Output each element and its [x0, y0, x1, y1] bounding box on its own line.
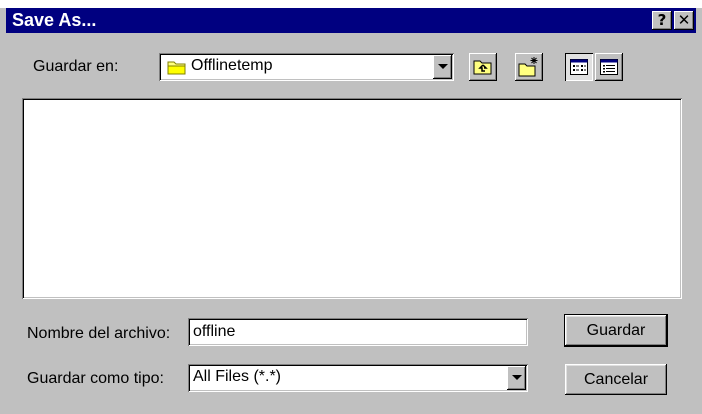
details-view-icon — [600, 59, 618, 75]
details-view-button[interactable] — [595, 53, 623, 81]
close-button[interactable]: ✕ — [674, 11, 694, 30]
filetype-label: Guardar como tipo: — [27, 370, 164, 388]
filename-label: Nombre del archivo: — [27, 325, 170, 343]
filetype-value: All Files (*.*) — [193, 368, 282, 385]
list-view-icon — [570, 59, 588, 75]
cancel-button-label: Cancelar — [583, 371, 649, 388]
chevron-down-icon[interactable] — [433, 55, 452, 79]
filetype-label-text: Guardar como tipo: — [27, 370, 164, 387]
filename-value: offline — [193, 323, 236, 340]
save-button-label: Guardar — [586, 322, 646, 339]
close-icon: ✕ — [677, 11, 691, 29]
title-bar[interactable]: Save As... ? ✕ — [6, 8, 696, 33]
cancel-button[interactable]: Cancelar — [565, 364, 667, 395]
help-button[interactable]: ? — [652, 11, 672, 30]
chevron-down-icon[interactable] — [507, 366, 526, 390]
filename-label-text: Nombre del archivo: — [27, 325, 171, 342]
up-one-level-icon — [473, 58, 493, 76]
filename-field[interactable]: offline — [188, 318, 528, 346]
window-title: Save As... — [12, 10, 97, 30]
current-folder-text: Offlinetemp — [191, 57, 273, 74]
save-in-label: Guardar en: — [33, 58, 118, 76]
folder-icon — [167, 59, 187, 75]
save-in-dropdown[interactable]: Offlinetemp — [159, 53, 454, 81]
help-icon: ? — [657, 11, 667, 29]
file-list[interactable] — [22, 98, 682, 299]
create-new-folder-icon — [518, 56, 540, 78]
list-view-button[interactable] — [565, 53, 593, 81]
create-new-folder-button[interactable] — [515, 53, 543, 81]
up-one-level-button[interactable] — [469, 53, 497, 81]
save-as-dialog: Save As... ? ✕ Guardar en: Offlinetemp N… — [0, 8, 702, 414]
save-button[interactable]: Guardar — [564, 314, 668, 347]
save-in-label-text: Guardar en: — [33, 58, 119, 75]
filetype-dropdown[interactable]: All Files (*.*) — [188, 364, 528, 392]
